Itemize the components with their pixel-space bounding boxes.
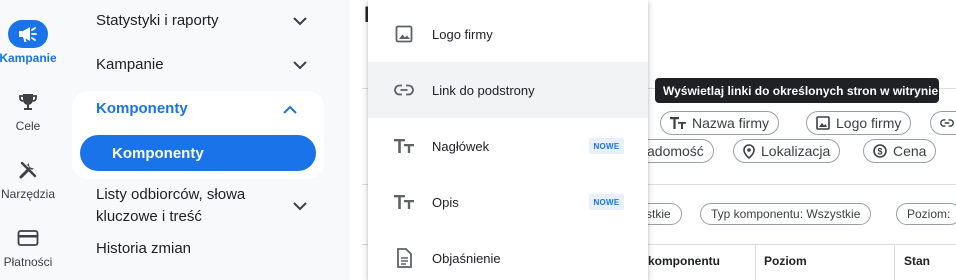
app-root: Kampanie Cele Narzędzia Płatności Statys…	[0, 0, 956, 280]
column-header-level[interactable]: Poziom	[764, 254, 807, 268]
menu-item-callout[interactable]: Objaśnienie	[368, 230, 648, 280]
nav-item-stats[interactable]: Statystyki i raporty	[96, 10, 310, 32]
text-type-icon	[394, 192, 414, 212]
credit-card-icon	[8, 224, 48, 252]
tools-icon	[8, 156, 48, 184]
link-icon	[394, 80, 414, 100]
chip-price-label: Cena	[893, 143, 927, 159]
menu-item-description-label: Opis	[432, 194, 459, 210]
chip-message[interactable]: adomość	[638, 139, 714, 163]
image-icon	[816, 116, 830, 130]
rail-label-billing: Płatności	[3, 255, 53, 269]
price-icon: $	[873, 144, 887, 158]
chip-business-logo[interactable]: Logo firmy	[806, 111, 912, 135]
nav-item-components[interactable]: Komponenty	[96, 97, 300, 121]
nav-group-components: Komponenty Komponenty	[72, 91, 324, 179]
rail-item-tools[interactable]: Narzędzia	[0, 156, 56, 201]
rail-label-tools: Narzędzia	[0, 187, 56, 201]
rail-item-campaigns[interactable]: Kampanie	[0, 20, 57, 65]
location-pin-icon	[743, 143, 755, 159]
nav-item-audiences[interactable]: Listy odbiorców, słowa kluczowe i treść	[96, 184, 310, 228]
nav-item-audiences-line2: kluczowe i treść	[96, 208, 202, 225]
nav-item-audiences-label: Listy odbiorców, słowa kluczowe i treść	[96, 184, 245, 228]
svg-text:$: $	[877, 147, 882, 157]
link-icon	[940, 119, 954, 127]
component-type-menu: Logo firmy Link do podstrony Nagłówek NO…	[368, 0, 648, 280]
menu-item-headline-label: Nagłówek	[432, 138, 490, 154]
nav-item-audiences-line1: Listy odbiorców, słowa	[96, 186, 246, 203]
image-icon	[394, 24, 414, 44]
rail-label-campaigns: Kampanie	[0, 51, 57, 65]
nav-item-components-label: Komponenty	[96, 100, 188, 117]
new-badge: NOWE	[589, 194, 624, 210]
navigation-rail: Kampanie Cele Narzędzia Płatności	[0, 0, 57, 280]
menu-item-business-logo[interactable]: Logo firmy	[368, 6, 648, 62]
menu-item-sitelink-label: Link do podstrony	[432, 82, 535, 98]
column-header-status[interactable]: Stan	[904, 254, 930, 268]
side-navigation: Statystyki i raporty Kampanie Komponenty…	[56, 0, 350, 280]
column-divider	[894, 244, 895, 280]
chevron-down-icon	[290, 55, 310, 75]
filter-chip-level[interactable]: Poziom:	[896, 203, 956, 225]
nav-subitem-components-label: Komponenty	[112, 144, 204, 162]
chevron-down-icon	[290, 196, 310, 216]
chip-message-label: adomość	[647, 143, 704, 159]
chip-location-label: Lokalizacja	[761, 143, 831, 159]
filter-chip-component-type-label: Typ komponentu: Wszystkie	[711, 207, 861, 221]
text-type-icon	[394, 136, 414, 156]
column-header-component[interactable]: komponentu	[648, 254, 720, 268]
rail-item-goals[interactable]: Cele	[0, 88, 56, 133]
chip-price[interactable]: $ Cena	[863, 139, 937, 163]
sitelink-tooltip: Wyświetlaj linki do określonych stron w …	[655, 78, 939, 103]
chip-location[interactable]: Lokalizacja	[733, 139, 841, 163]
rail-label-goals: Cele	[15, 119, 41, 133]
document-icon	[394, 248, 414, 268]
menu-item-callout-label: Objaśnienie	[432, 250, 501, 266]
menu-item-headline[interactable]: Nagłówek NOWE	[368, 118, 648, 174]
filter-chip-component-type[interactable]: Typ komponentu: Wszystkie	[700, 203, 872, 225]
nav-item-campaigns-label: Kampanie	[96, 56, 164, 73]
chevron-down-icon	[290, 11, 310, 31]
nav-subitem-components[interactable]: Komponenty	[80, 135, 316, 171]
chip-link[interactable]	[930, 111, 956, 135]
new-badge: NOWE	[589, 138, 624, 154]
nav-item-history-label: Historia zmian	[96, 240, 192, 257]
menu-item-business-logo-label: Logo firmy	[432, 26, 493, 42]
nav-item-campaigns[interactable]: Kampanie	[96, 54, 310, 76]
trophy-icon	[8, 88, 48, 116]
filter-chip-level-label: Poziom:	[907, 207, 951, 221]
chip-business-name-label: Nazwa firmy	[692, 115, 770, 131]
menu-item-description[interactable]: Opis NOWE	[368, 174, 648, 230]
nav-item-history[interactable]: Historia zmian	[96, 238, 310, 260]
chip-business-name[interactable]: Nazwa firmy	[660, 111, 780, 135]
chevron-up-icon	[280, 99, 300, 119]
menu-item-sitelink[interactable]: Link do podstrony	[368, 62, 648, 118]
nav-item-stats-label: Statystyki i raporty	[96, 12, 219, 29]
text-type-icon	[670, 117, 686, 129]
chip-business-logo-label: Logo firmy	[836, 115, 902, 131]
megaphone-icon	[8, 20, 48, 48]
rail-item-billing[interactable]: Płatności	[0, 224, 56, 269]
filter-chip-all-label: stkie	[646, 207, 671, 221]
column-divider	[755, 244, 756, 280]
